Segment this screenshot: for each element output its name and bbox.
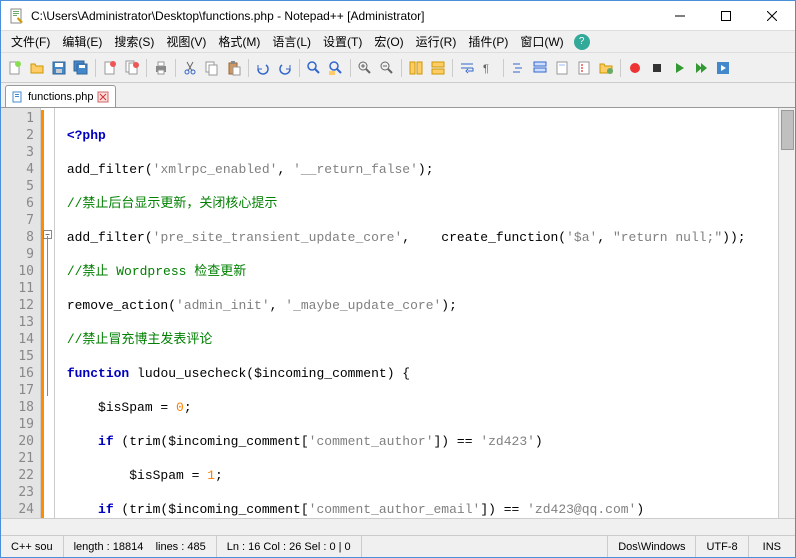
statusbar: C++ sou length : 18814 lines : 485 Ln : … bbox=[1, 535, 795, 557]
window-title: C:\Users\Administrator\Desktop\functions… bbox=[31, 9, 657, 23]
menu-format[interactable]: 格式(M) bbox=[212, 31, 266, 52]
menu-file[interactable]: 文件(F) bbox=[5, 31, 56, 52]
menu-macro[interactable]: 宏(O) bbox=[368, 31, 409, 52]
sync-h-button[interactable] bbox=[428, 58, 448, 78]
vertical-scrollbar[interactable] bbox=[778, 108, 795, 518]
menu-search[interactable]: 搜索(S) bbox=[108, 31, 160, 52]
scrollbar-thumb[interactable] bbox=[781, 110, 794, 150]
new-file-button[interactable] bbox=[5, 58, 25, 78]
menu-view[interactable]: 视图(V) bbox=[160, 31, 212, 52]
line-gutter: 1234567891011121314151617181920212223242… bbox=[1, 108, 41, 518]
folder-workspace-button[interactable] bbox=[596, 58, 616, 78]
menu-help-icon[interactable]: ? bbox=[574, 34, 590, 50]
app-icon bbox=[9, 8, 25, 24]
editor-area[interactable]: 1234567891011121314151617181920212223242… bbox=[1, 107, 795, 518]
tabbar: functions.php bbox=[1, 83, 795, 107]
doc-map-button[interactable] bbox=[552, 58, 572, 78]
menu-edit[interactable]: 编辑(E) bbox=[56, 31, 108, 52]
redo-button[interactable] bbox=[275, 58, 295, 78]
menubar: 文件(F) 编辑(E) 搜索(S) 视图(V) 格式(M) 语言(L) 设置(T… bbox=[1, 31, 795, 53]
code-content[interactable]: <?php add_filter('xmlrpc_enabled', '__re… bbox=[55, 108, 778, 518]
fold-button[interactable] bbox=[530, 58, 550, 78]
find-button[interactable] bbox=[304, 58, 324, 78]
macro-stop-button[interactable] bbox=[647, 58, 667, 78]
file-icon bbox=[12, 91, 24, 103]
svg-text:¶: ¶ bbox=[483, 63, 489, 75]
titlebar: C:\Users\Administrator\Desktop\functions… bbox=[1, 1, 795, 31]
replace-button[interactable] bbox=[326, 58, 346, 78]
menu-settings[interactable]: 设置(T) bbox=[317, 31, 368, 52]
fold-column[interactable]: − bbox=[41, 108, 55, 518]
sync-v-button[interactable] bbox=[406, 58, 426, 78]
function-list-button[interactable] bbox=[574, 58, 594, 78]
tab-label: functions.php bbox=[28, 91, 93, 103]
file-tab[interactable]: functions.php bbox=[5, 85, 116, 107]
menu-language[interactable]: 语言(L) bbox=[266, 31, 317, 52]
minimize-button[interactable] bbox=[657, 1, 703, 30]
app-window: C:\Users\Administrator\Desktop\functions… bbox=[0, 0, 796, 558]
macro-save-button[interactable] bbox=[713, 58, 733, 78]
status-length: length : 18814 lines : 485 bbox=[64, 536, 217, 557]
close-all-button[interactable] bbox=[122, 58, 142, 78]
status-position: Ln : 16 Col : 26 Sel : 0 | 0 bbox=[217, 536, 362, 557]
toolbar: ¶ bbox=[1, 53, 795, 83]
show-all-button[interactable]: ¶ bbox=[479, 58, 499, 78]
status-eol: Dos\Windows bbox=[608, 536, 696, 557]
zoom-out-button[interactable] bbox=[377, 58, 397, 78]
paste-button[interactable] bbox=[224, 58, 244, 78]
print-button[interactable] bbox=[151, 58, 171, 78]
cut-button[interactable] bbox=[180, 58, 200, 78]
horizontal-scrollbar[interactable] bbox=[1, 518, 795, 535]
zoom-in-button[interactable] bbox=[355, 58, 375, 78]
copy-button[interactable] bbox=[202, 58, 222, 78]
status-language: C++ sou bbox=[1, 536, 64, 557]
open-file-button[interactable] bbox=[27, 58, 47, 78]
save-all-button[interactable] bbox=[71, 58, 91, 78]
tab-close-icon[interactable] bbox=[97, 91, 109, 103]
menu-run[interactable]: 运行(R) bbox=[410, 31, 463, 52]
wrap-button[interactable] bbox=[457, 58, 477, 78]
maximize-button[interactable] bbox=[703, 1, 749, 30]
macro-play-multi-button[interactable] bbox=[691, 58, 711, 78]
indent-guide-button[interactable] bbox=[508, 58, 528, 78]
close-file-button[interactable] bbox=[100, 58, 120, 78]
menu-plugins[interactable]: 插件(P) bbox=[462, 31, 514, 52]
undo-button[interactable] bbox=[253, 58, 273, 78]
save-button[interactable] bbox=[49, 58, 69, 78]
status-mode: INS bbox=[749, 536, 795, 557]
macro-play-button[interactable] bbox=[669, 58, 689, 78]
status-encoding: UTF-8 bbox=[696, 536, 748, 557]
close-button[interactable] bbox=[749, 1, 795, 30]
macro-record-button[interactable] bbox=[625, 58, 645, 78]
menu-window[interactable]: 窗口(W) bbox=[514, 31, 569, 52]
